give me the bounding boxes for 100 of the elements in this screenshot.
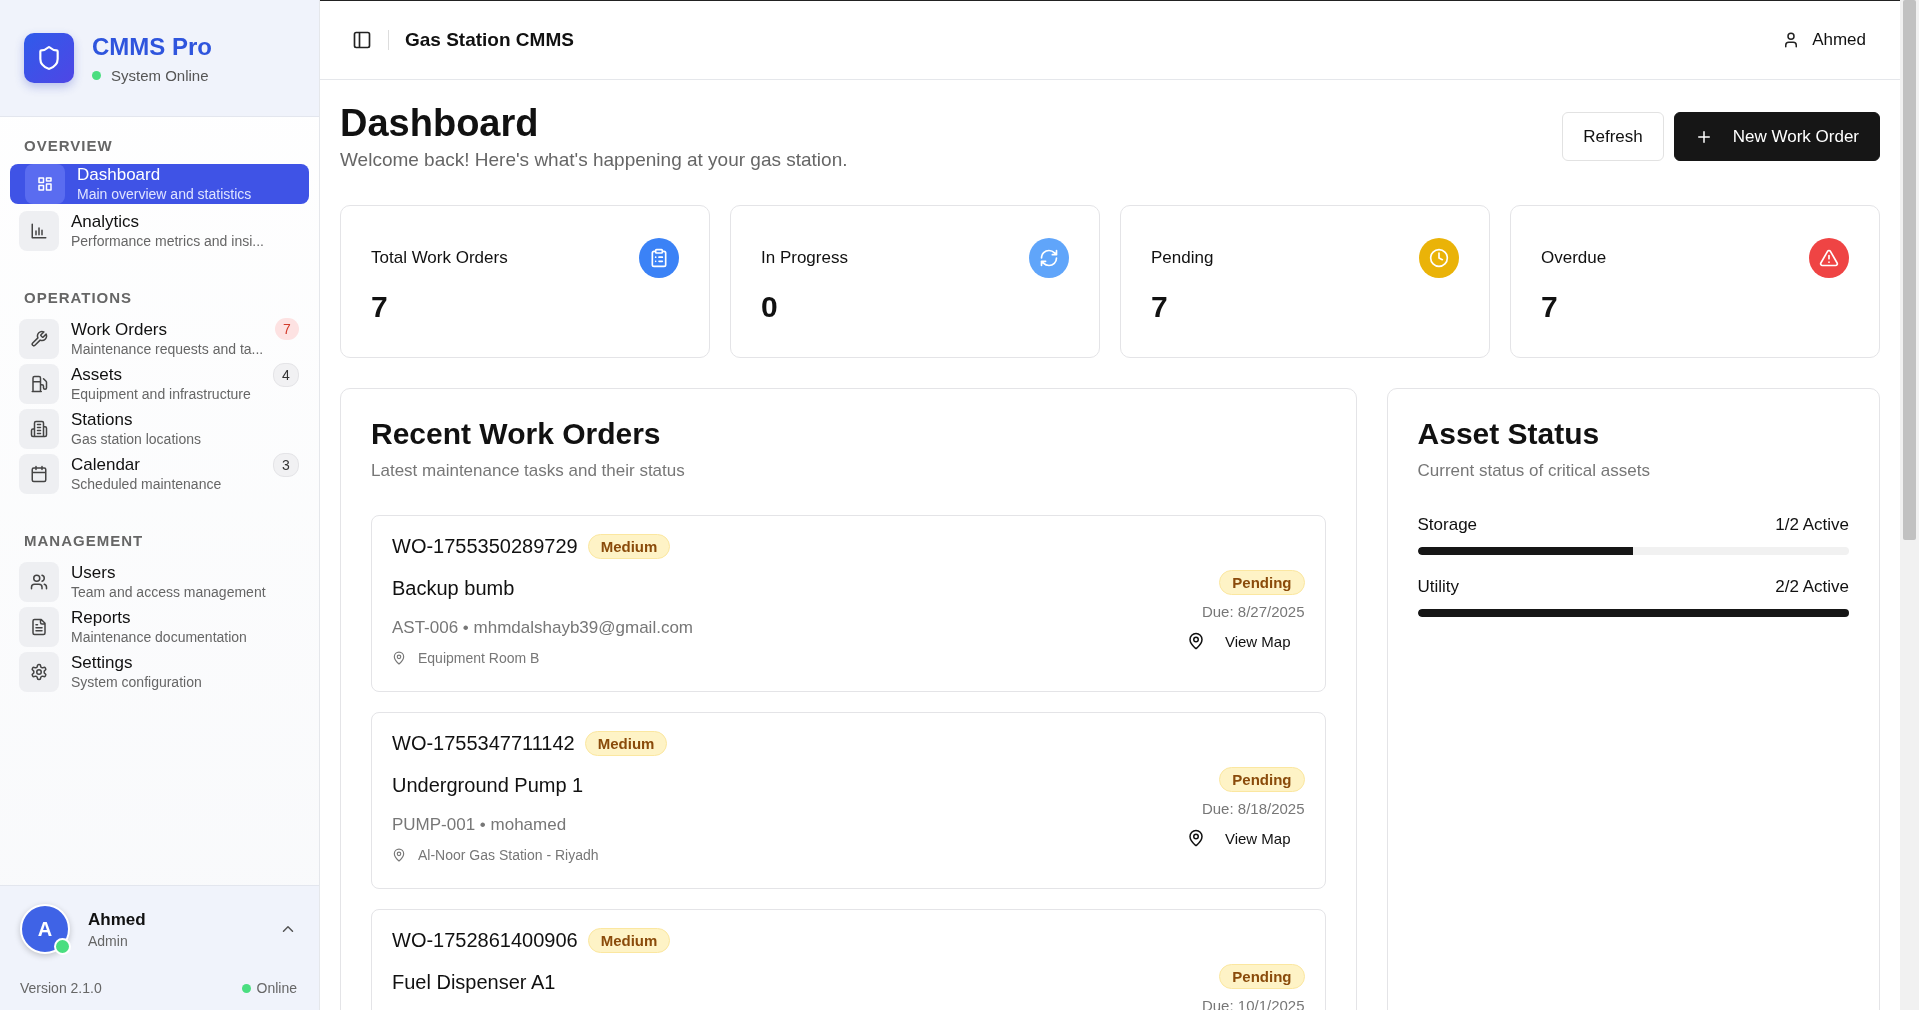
user-role: Admin	[88, 932, 129, 949]
view-map-button[interactable]: View Map	[1186, 825, 1305, 847]
nav-title: Calendar	[71, 454, 141, 475]
scrollbar[interactable]	[1900, 0, 1919, 1010]
nav-item[interactable]: Reports Maintenance documentation	[10, 604, 309, 649]
scrollbar-thumb[interactable]	[1903, 0, 1916, 540]
work-order-details: PUMP-001 • mohamed	[392, 815, 568, 835]
stat-value: 7	[1151, 290, 1169, 324]
stat-value: 7	[371, 290, 389, 324]
app-name: CMMS Pro	[92, 32, 212, 61]
location-pin-icon	[392, 848, 406, 862]
asset-reading: 2/2 Active	[1775, 577, 1849, 597]
nav-title: Stations	[71, 409, 134, 430]
nav-subtitle: Gas station locations	[71, 429, 202, 448]
panel-subtitle: Current status of critical assets	[1417, 461, 1651, 481]
section-label: OVERVIEW	[23, 137, 114, 156]
count-badge: 3	[273, 453, 299, 477]
nav-subtitle: System configuration	[71, 672, 203, 691]
nav-subtitle: Performance metrics and insi...	[71, 231, 265, 250]
fuel-pump-icon	[19, 363, 59, 404]
nav-item[interactable]: Calendar Scheduled maintenance 3	[10, 451, 309, 496]
building-icon	[19, 408, 59, 449]
location-pin-icon	[392, 651, 406, 665]
status-tag: Pending	[1219, 964, 1305, 989]
panel-title: Asset Status	[1417, 417, 1601, 451]
status-tag: Pending	[1219, 570, 1305, 595]
nav-item[interactable]: Stations Gas station locations	[10, 406, 309, 451]
calendar-icon	[19, 453, 59, 494]
nav-title: Users	[71, 562, 117, 583]
bar-chart-icon	[19, 210, 59, 251]
nav-subtitle: Maintenance requests and ta...	[71, 339, 263, 358]
priority-tag: Medium	[584, 731, 668, 756]
view-map-button[interactable]: View Map	[1186, 628, 1305, 650]
nav-item[interactable]: Work Orders Maintenance requests and ta... 7	[10, 316, 309, 361]
nav-title: Settings	[71, 652, 134, 673]
work-order-location: Al-Noor Gas Station - Riyadh	[418, 847, 599, 863]
stat-label: Total Work Orders	[371, 248, 508, 268]
nav-title: Analytics	[71, 211, 141, 232]
due-date: Due: 8/18/2025	[1201, 800, 1305, 817]
new-work-order-button[interactable]: New Work Order	[1673, 112, 1880, 161]
stat-value: 0	[761, 290, 779, 324]
page-title: Dashboard	[340, 102, 540, 145]
document-icon	[19, 606, 59, 647]
work-order-card[interactable]: WO-1755347711142 Medium Underground Pump 1 PUMP-001 • mohamed Al-Noor Gas Station - Riyadh Pending Due: 8/18/2025 View Map	[371, 712, 1326, 889]
work-order-id: WO-1755350289729	[392, 535, 578, 558]
nav-item[interactable]: Settings System configuration	[10, 649, 309, 694]
stat-label: Overdue	[1541, 248, 1607, 268]
priority-tag: Medium	[587, 928, 671, 953]
nav-subtitle: Main overview and statistics	[77, 185, 253, 203]
status-tag: Pending	[1219, 767, 1305, 792]
nav-subtitle: Scheduled maintenance	[71, 474, 223, 493]
priority-tag: Medium	[587, 534, 671, 559]
stat-value: 7	[1541, 290, 1559, 324]
due-date: Due: 8/27/2025	[1201, 603, 1305, 620]
work-order-location: Equipment Room B	[418, 650, 540, 666]
user-menu[interactable]: Ahmed	[1782, 30, 1880, 50]
asset-reading: 1/2 Active	[1775, 515, 1849, 535]
shield-icon	[24, 33, 74, 83]
panel-title: Recent Work Orders	[371, 417, 662, 451]
nav-title: Reports	[71, 607, 132, 628]
system-status: System Online	[111, 66, 209, 84]
avatar[interactable]: A	[20, 904, 70, 954]
nav-title: Dashboard	[77, 165, 162, 185]
work-order-details: AST-006 • mhmdalshayb39@gmail.com	[392, 618, 693, 638]
page-subtitle: Welcome back! Here's what's happening at your gas station.	[340, 149, 848, 171]
section-label: OPERATIONS	[23, 289, 134, 308]
connection-status: Online	[256, 980, 297, 996]
nav-item[interactable]: Analytics Performance metrics and insi...	[10, 208, 309, 253]
user-name: Ahmed	[88, 909, 147, 930]
work-order-card[interactable]: WO-1755350289729 Medium Backup bumb AST-006 • mhmdalshayb39@gmail.com Equipment Room B Pending Due: 8/27/2025 View Map	[371, 515, 1326, 692]
work-order-id: WO-1755347711142	[392, 732, 575, 755]
status-dot	[241, 983, 251, 993]
panel-subtitle: Latest maintenance tasks and their status	[371, 461, 686, 481]
refresh-button[interactable]: Refresh	[1562, 112, 1664, 161]
nav-subtitle: Equipment and infrastructure	[71, 384, 252, 403]
stat-label: In Progress	[761, 248, 848, 268]
grid-icon	[25, 164, 65, 204]
count-badge: 7	[275, 318, 299, 340]
settings-icon	[19, 651, 59, 692]
asset-name: Utility	[1417, 577, 1460, 597]
nav-subtitle: Team and access management	[71, 582, 267, 601]
work-order-title: Backup bumb	[392, 577, 516, 600]
nav-subtitle: Maintenance documentation	[71, 627, 248, 646]
nav-item[interactable]: Users Team and access management	[10, 559, 309, 604]
count-badge: 4	[273, 363, 299, 387]
work-order-title: Fuel Dispenser A1	[392, 971, 557, 994]
section-label: MANAGEMENT	[23, 532, 145, 551]
header-title: Gas Station CMMS	[405, 29, 574, 51]
work-order-id: WO-1752861400906	[392, 929, 578, 952]
sidebar-toggle-icon[interactable]	[352, 30, 372, 50]
location-pin-icon	[1186, 632, 1205, 650]
location-pin-icon	[1186, 829, 1205, 847]
nav-item[interactable]: Assets Equipment and infrastructure 4	[10, 361, 309, 406]
asset-name: Storage	[1417, 515, 1478, 535]
version-text: Version 2.1.0	[20, 980, 102, 996]
wrench-icon	[19, 318, 59, 359]
nav-title: Assets	[71, 364, 124, 385]
nav-title: Work Orders	[71, 319, 169, 340]
users-icon	[19, 561, 59, 602]
nav-item[interactable]: Dashboard Main overview and statistics	[10, 164, 309, 204]
